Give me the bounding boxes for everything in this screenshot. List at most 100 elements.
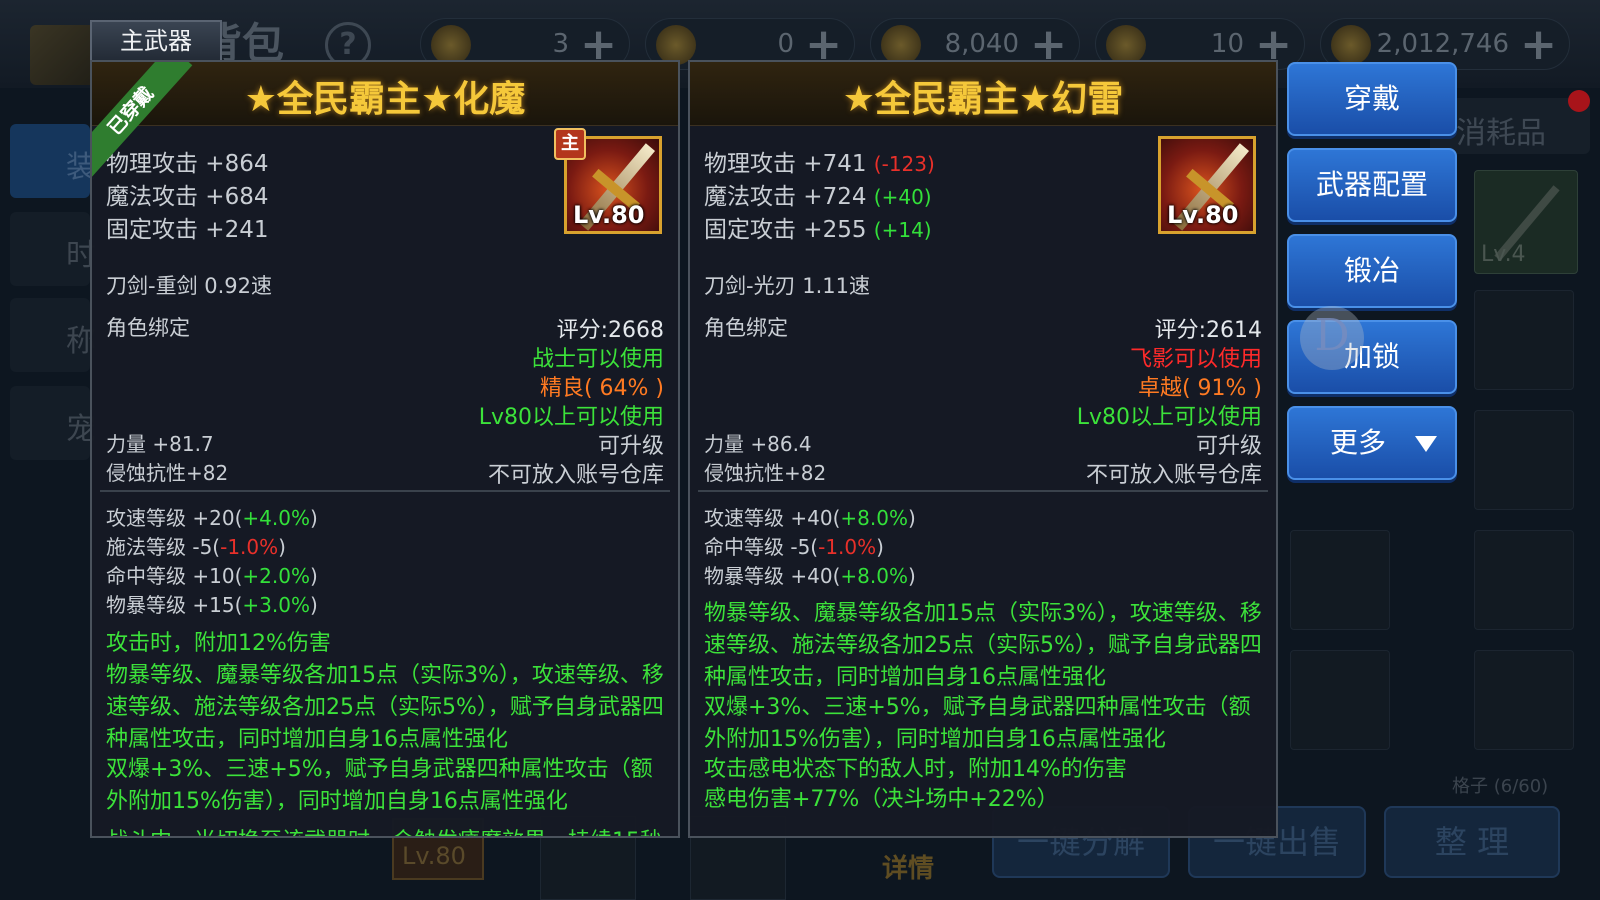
effect-text: 攻击感电状态下的敌人时，附加14%的伤害 [704, 757, 1127, 782]
inventory-slot[interactable] [1474, 290, 1574, 390]
bonus-tail: ) [278, 535, 286, 559]
add-currency-button[interactable]: + [1520, 19, 1557, 70]
bind-status: 角色绑定 [704, 316, 788, 340]
bonus-diff: +3.0% [242, 593, 310, 617]
storage-note: 不可放入账号仓库 [1085, 463, 1262, 488]
inventory-slot-sword[interactable]: Lv.4 [1474, 170, 1578, 274]
left-tab-fashion[interactable]: 时 [10, 212, 96, 286]
bonus-diff: -1.0% [818, 535, 877, 559]
stat-text: 固定攻击 +241 [106, 217, 269, 243]
stat-physical-attack: 物理攻击 +864 [106, 144, 268, 178]
item-score: 评分:2614 [1154, 318, 1262, 343]
item-score: 评分:2668 [556, 318, 664, 343]
currency-value: 0 [777, 29, 794, 59]
stat-fixed-attack: 固定攻击 +255 (+14) [704, 210, 932, 244]
bonus-base: 施法等级 -5( [106, 535, 221, 559]
scroll-icon [656, 25, 696, 65]
weapon-type: 刀剑-光刃 1.11速 [704, 274, 871, 298]
level-requirement: Lv80以上可以使用 [1076, 405, 1262, 430]
stat-diff: (+14) [873, 218, 932, 242]
stat-strength: 力量 +86.4 [704, 432, 812, 456]
button-label: 武器配置 [1315, 168, 1428, 201]
bonus-diff: +8.0% [840, 564, 908, 588]
left-tab-pet[interactable]: 宠 [10, 386, 96, 460]
currency-value: 8,040 [944, 29, 1019, 59]
bonus-tail: ) [309, 564, 318, 588]
button-label: 更多 [1329, 426, 1386, 459]
bonus-base: 攻速等级 +40( [704, 506, 841, 530]
effect-text: 双爆+3%、三速+5%，赋予自身武器四种属性攻击（额外附加15%伤害），同时增加… [704, 695, 1251, 752]
inventory-slot[interactable] [1474, 530, 1574, 630]
stat-text: 魔法攻击 +684 [106, 184, 269, 210]
stat-text: 物理攻击 +741 [704, 151, 867, 177]
bonus-line: 施法等级 -5(-1.0%) [106, 531, 286, 560]
scroll-gem-icon [881, 25, 921, 65]
weapon-type: 刀剑-重剑 0.92速 [106, 274, 273, 298]
wear-button[interactable]: 穿戴 [1287, 62, 1457, 136]
effect-text: 攻击时，附加12%伤害 [106, 631, 331, 656]
stat-text: 固定攻击 +255 [704, 217, 867, 243]
effect-text: 双爆+3%、三速+5%，赋予自身武器四种属性攻击（额外附加15%伤害），同时增加… [106, 757, 653, 814]
forge-button[interactable]: 锻冶 [1287, 234, 1457, 308]
bonus-line: 命中等级 -5(-1.0%) [704, 531, 884, 560]
weapon-config-button[interactable]: 武器配置 [1287, 148, 1457, 222]
left-tab-equip[interactable]: 装 [10, 124, 96, 198]
button-label: 锻冶 [1343, 254, 1400, 287]
tab-main-weapon[interactable]: 主武器 [90, 20, 222, 60]
class-requirement: 战士可以使用 [531, 347, 664, 372]
grid-count: 格子 (6/60) [1452, 776, 1549, 797]
button-label: 穿戴 [1343, 82, 1400, 115]
left-tab-title[interactable]: 称 [10, 298, 96, 372]
bonus-base: 攻速等级 +20( [106, 506, 243, 530]
item-level: Lv.80 [1167, 201, 1239, 229]
inventory-slot[interactable] [1290, 530, 1390, 630]
stat-text: 物理攻击 +864 [106, 151, 269, 177]
bonus-diff: +8.0% [840, 506, 908, 530]
level-requirement: Lv80以上可以使用 [478, 405, 664, 430]
divider [100, 490, 670, 492]
stat-physical-attack: 物理攻击 +741 (-123) [704, 144, 935, 178]
stat-diff: (+40) [873, 185, 932, 209]
item-header: ★全民霸主★幻雷 [690, 62, 1276, 126]
detail-label[interactable]: 详情 [882, 848, 934, 885]
storage-note: 不可放入账号仓库 [487, 463, 664, 488]
inventory-slot[interactable] [1474, 650, 1574, 750]
currency-value: 2,012,746 [1376, 29, 1509, 59]
main-weapon-badge: 主 [554, 128, 586, 160]
floating-assist-icon[interactable]: D [1300, 306, 1364, 370]
bind-status: 角色绑定 [106, 316, 190, 340]
gold-stack-icon [1331, 25, 1371, 65]
feather-coin-icon [431, 25, 471, 65]
stat-strength: 力量 +81.7 [106, 432, 214, 456]
bonus-base: 命中等级 -5( [704, 535, 819, 559]
bonus-base: 命中等级 +10( [106, 564, 243, 588]
slot-level: Lv.4 [1481, 242, 1526, 267]
bonus-tail: ) [876, 535, 884, 559]
upgradable-note: 可升级 [1195, 434, 1262, 459]
more-button[interactable]: 更多 [1287, 406, 1457, 480]
bonus-line: 攻速等级 +40(+8.0%) [704, 502, 916, 531]
effect-text: 物暴等级、魔暴等级各加15点（实际3%），攻速等级、移速等级、施法等级各加25点… [704, 601, 1262, 690]
bonus-line: 攻速等级 +20(+4.0%) [106, 502, 318, 531]
bonus-tail: ) [309, 506, 318, 530]
bonus-base: 物暴等级 +40( [704, 564, 841, 588]
bonus-diff: +2.0% [242, 564, 310, 588]
inventory-slot[interactable] [1290, 650, 1390, 750]
effect-text: 感电伤害+77%（决斗场中+22%） [704, 787, 1059, 812]
effect-text-cut: 战斗中，当切换至该武器时，会触发瘴魔效果，持续15秒 [106, 826, 662, 836]
upgradable-note: 可升级 [597, 434, 664, 459]
stat-text: 魔法攻击 +724 [704, 184, 867, 210]
inventory-slot[interactable] [1474, 410, 1574, 510]
stat-diff: (-123) [873, 152, 935, 176]
sort-button[interactable]: 整 理 [1384, 806, 1560, 878]
stat-erosion-resist: 侵蚀抗性+82 [106, 461, 229, 485]
effect-text: 物暴等级、魔暴等级各加15点（实际3%），攻速等级、移速等级、施法等级各加25点… [106, 663, 664, 752]
bonus-tail: ) [907, 506, 916, 530]
equipped-item-panel: ★全民霸主★化魔 已穿戴 主 Lv.80 物理攻击 +864 魔法攻击 +684… [90, 60, 680, 838]
bonus-line: 物暴等级 +15(+3.0%) [106, 589, 318, 618]
compare-item-panel: ★全民霸主★幻雷 Lv.80 物理攻击 +741 (-123) 魔法攻击 +72… [688, 60, 1278, 838]
gold-coin-icon [1106, 25, 1146, 65]
currency-value: 3 [552, 29, 569, 59]
stat-erosion-resist: 侵蚀抗性+82 [704, 461, 827, 485]
bonus-base: 物暴等级 +15( [106, 593, 243, 617]
